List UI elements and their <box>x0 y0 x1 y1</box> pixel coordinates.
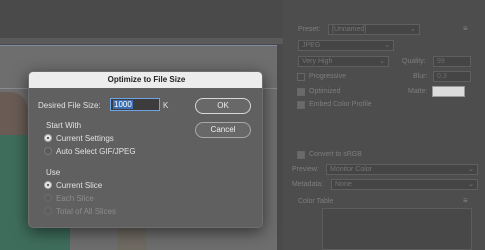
preview-value: Monitor Color <box>330 166 373 173</box>
color-table-label: Color Table <box>298 198 334 205</box>
blur-field[interactable]: 0.3 <box>433 71 471 82</box>
matte-label: Matte: <box>408 88 428 95</box>
convert-srgb-checkbox[interactable] <box>297 151 305 159</box>
current-slice-radio[interactable] <box>44 181 52 189</box>
each-slice-label: Each Slice <box>56 194 94 203</box>
preset-label: Preset: <box>298 26 321 33</box>
dialog-title: Optimize to File Size <box>29 72 262 88</box>
desired-size-value: 1000 <box>113 100 133 109</box>
chevron-down-icon: ⌄ <box>468 181 474 188</box>
use-heading: Use <box>46 168 61 177</box>
cancel-button[interactable]: Cancel <box>195 122 251 138</box>
matte-color-swatch[interactable] <box>432 86 465 97</box>
metadata-select[interactable]: None ⌄ <box>331 179 478 190</box>
color-table <box>322 208 472 250</box>
blur-label: Blur: <box>413 73 428 80</box>
metadata-value: None <box>335 181 352 188</box>
convert-srgb-label: Convert to sRGB <box>309 151 362 158</box>
chevron-down-icon: ⌄ <box>384 42 390 49</box>
preset-value: [Unnamed] <box>332 26 367 33</box>
progressive-checkbox[interactable] <box>297 73 305 81</box>
format-select[interactable]: JPEG ⌄ <box>298 40 394 51</box>
format-value: JPEG <box>302 42 321 49</box>
canvas-tab-strip <box>0 38 283 44</box>
panel-menu-icon[interactable]: ≡ <box>463 24 468 33</box>
optimized-checkbox[interactable] <box>297 88 305 96</box>
blur-value: 0.3 <box>437 73 447 80</box>
chevron-down-icon: ⌄ <box>468 166 474 173</box>
embed-profile-label: Embed Color Profile <box>309 101 372 108</box>
optimized-label: Optimized <box>309 88 341 95</box>
preset-select[interactable]: [Unnamed] ⌄ <box>328 24 420 35</box>
current-settings-label: Current Settings <box>56 134 114 143</box>
metadata-label: Metadata: <box>292 181 324 188</box>
all-slices-label: Total of All Slices <box>56 207 117 216</box>
quality-field[interactable]: 99 <box>433 56 471 67</box>
auto-select-label: Auto Select GIF/JPEG <box>56 147 136 156</box>
color-table-menu-icon[interactable]: ≡ <box>463 196 468 205</box>
optimize-file-size-dialog: Optimize to File Size Desired File Size:… <box>28 71 263 228</box>
quality-value: 99 <box>437 58 445 65</box>
current-slice-label: Current Slice <box>56 181 103 190</box>
progressive-label: Progressive <box>309 73 346 80</box>
current-settings-radio[interactable] <box>44 134 52 142</box>
embed-profile-checkbox[interactable] <box>297 101 305 109</box>
chevron-down-icon: ⌄ <box>410 26 416 33</box>
desired-size-input[interactable]: 1000 <box>110 98 160 111</box>
quality-mode-select[interactable]: Very High ⌄ <box>298 56 389 67</box>
chevron-down-icon: ⌄ <box>379 58 385 65</box>
all-slices-radio <box>44 207 52 215</box>
start-with-heading: Start With <box>46 121 82 130</box>
preview-select[interactable]: Monitor Color ⌄ <box>326 164 478 175</box>
ok-button[interactable]: OK <box>195 98 251 114</box>
desired-size-label: Desired File Size: <box>38 101 101 110</box>
each-slice-radio <box>44 194 52 202</box>
quality-mode-value: Very High <box>302 58 333 65</box>
size-unit: K <box>163 101 169 110</box>
quality-label: Quality: <box>402 58 426 65</box>
auto-select-radio[interactable] <box>44 147 52 155</box>
preview-label: Preview: <box>292 166 319 173</box>
